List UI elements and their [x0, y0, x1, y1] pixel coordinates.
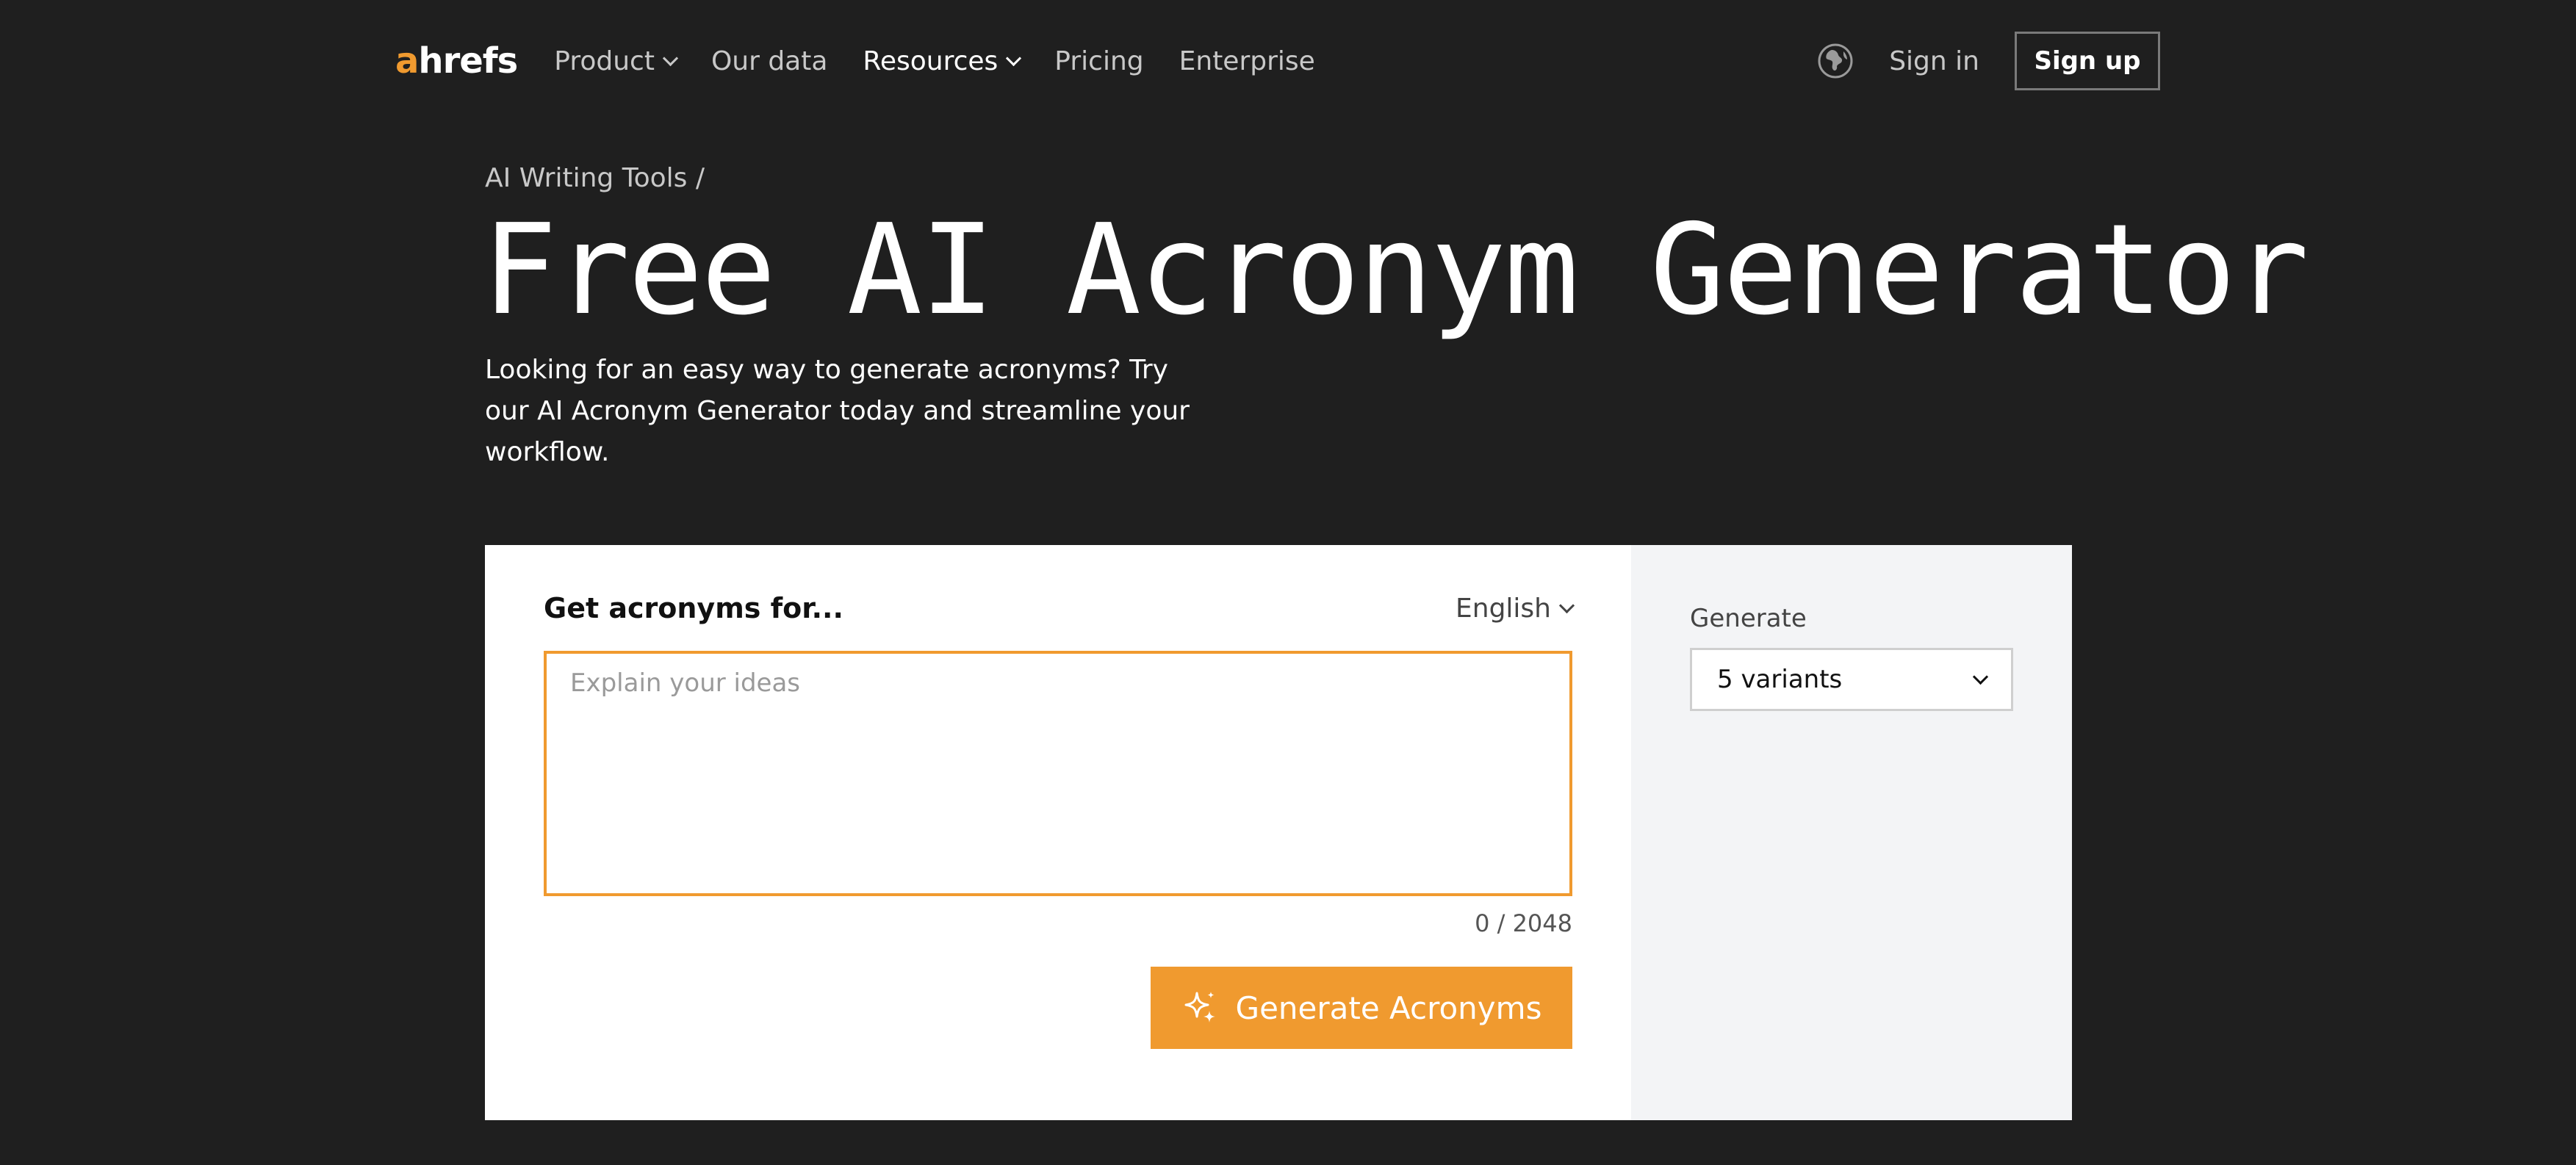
page-title: Free AI Acronym Generator [482, 198, 2309, 343]
tool-options-panel: Generate 5 variants [1631, 545, 2072, 1120]
logo-text: hrefs [418, 40, 518, 82]
nav-item-enterprise[interactable]: Enterprise [1179, 46, 1315, 76]
nav-links: Product Our data Resources Pricing Enter… [554, 46, 1350, 76]
variants-value: 5 variants [1717, 665, 1843, 694]
nav-item-product[interactable]: Product [554, 46, 679, 76]
ahrefs-logo[interactable]: ahrefs [395, 40, 518, 82]
language-value: English [1456, 594, 1551, 624]
sign-in-link[interactable]: Sign in [1889, 46, 1979, 76]
generate-button-label: Generate Acronyms [1235, 989, 1542, 1026]
globe-icon[interactable] [1817, 43, 1854, 79]
nav-item-resources[interactable]: Resources [863, 46, 1022, 76]
chevron-down-icon [1006, 50, 1022, 66]
language-select[interactable]: English [1456, 594, 1575, 624]
top-nav: ahrefs Product Our data Resources Pricin… [395, 29, 2160, 93]
input-label: Get acronyms for... [544, 592, 843, 624]
chevron-down-icon [662, 50, 679, 66]
page-subtitle: Looking for an easy way to generate acro… [485, 355, 1190, 467]
tool-input-panel: Get acronyms for... English 0 / 2048 Gen… [485, 545, 1631, 1120]
variants-select[interactable]: 5 variants [1690, 648, 2013, 711]
ideas-input[interactable] [544, 651, 1572, 896]
nav-item-label: Resources [863, 46, 999, 76]
generate-acronyms-button[interactable]: Generate Acronyms [1151, 967, 1572, 1049]
nav-item-label: Pricing [1054, 46, 1144, 76]
nav-item-pricing[interactable]: Pricing [1054, 46, 1143, 76]
sign-up-button[interactable]: Sign up [2015, 32, 2160, 90]
acronym-tool-card: Get acronyms for... English 0 / 2048 Gen… [485, 545, 2072, 1120]
nav-item-label: Product [554, 46, 655, 76]
chevron-down-icon [1558, 597, 1575, 614]
logo-accent: a [395, 40, 419, 82]
sparkle-icon [1184, 992, 1215, 1022]
breadcrumb[interactable]: AI Writing Tools / [485, 163, 705, 193]
generate-count-label: Generate [1690, 604, 1807, 633]
nav-item-label: Enterprise [1179, 46, 1315, 76]
nav-actions: Sign in Sign up [1817, 32, 2160, 90]
nav-item-label: Our data [710, 46, 828, 76]
character-counter: 0 / 2048 [1475, 909, 1572, 937]
nav-item-our-data[interactable]: Our data [711, 46, 827, 76]
chevron-down-icon [1972, 668, 1989, 685]
